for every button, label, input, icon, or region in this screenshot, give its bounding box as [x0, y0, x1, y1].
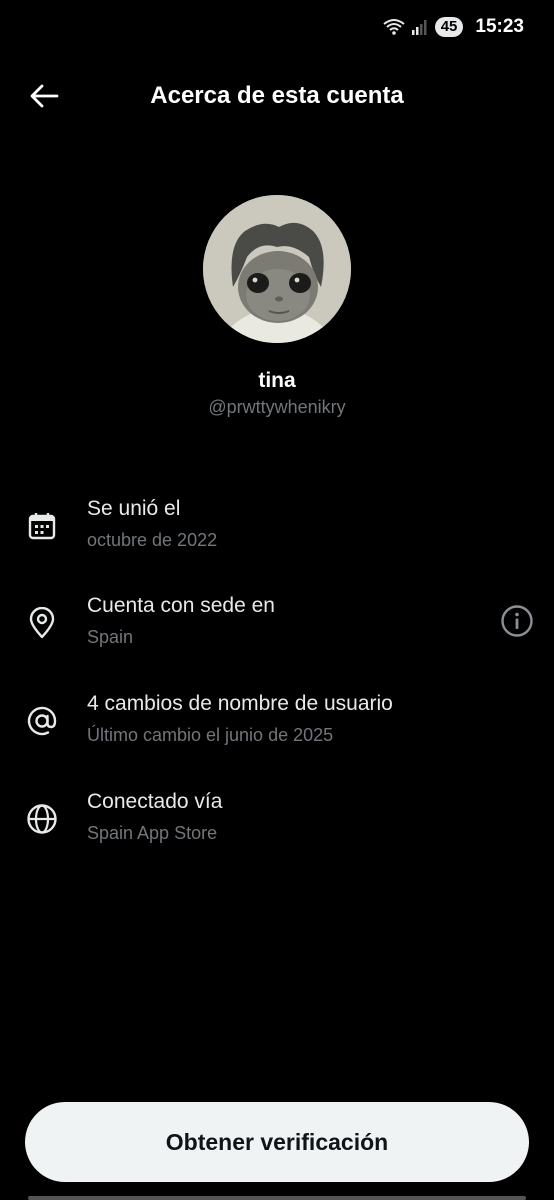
globe-icon	[25, 802, 59, 836]
username-handle: @prwttywhenikry	[208, 397, 346, 417]
location-pin-icon	[25, 606, 59, 640]
row-title: Conectado vía	[87, 790, 223, 813]
profile-photo	[203, 195, 351, 343]
row-subtitle: Spain	[87, 627, 134, 647]
info-button[interactable]	[500, 604, 534, 643]
info-row-username-changes: 4 cambios de nombre de usuario Último ca…	[0, 692, 554, 762]
calendar-icon	[25, 509, 59, 543]
info-row-joined: Se unió el octubre de 2022	[0, 497, 554, 567]
avatar[interactable]	[203, 195, 351, 343]
status-indicators: 45 15:23	[383, 16, 524, 38]
wifi-icon	[383, 18, 405, 36]
status-time: 15:23	[475, 16, 524, 37]
row-subtitle: octubre de 2022	[87, 530, 218, 550]
get-verified-button[interactable]: Obtener verificación	[25, 1102, 529, 1182]
battery-icon: 45	[434, 17, 464, 37]
page-title: Acerca de esta cuenta	[150, 82, 404, 109]
row-title: 4 cambios de nombre de usuario	[87, 692, 393, 715]
row-title: Se unió el	[87, 497, 181, 520]
signal-icon	[411, 18, 427, 36]
info-row-connected-via: Conectado vía Spain App Store	[0, 790, 554, 860]
display-name: tina	[258, 369, 296, 392]
row-subtitle: Último cambio el junio de 2025	[87, 725, 334, 745]
top-app-bar: Acerca de esta cuenta	[0, 72, 554, 122]
at-sign-icon	[25, 704, 59, 738]
row-subtitle: Spain App Store	[87, 823, 218, 843]
row-title: Cuenta con sede en	[87, 594, 275, 617]
info-icon	[500, 604, 534, 643]
info-row-location: Cuenta con sede en Spain	[0, 594, 554, 664]
status-bar: 45 15:23	[0, 0, 554, 56]
home-indicator	[28, 1196, 526, 1200]
